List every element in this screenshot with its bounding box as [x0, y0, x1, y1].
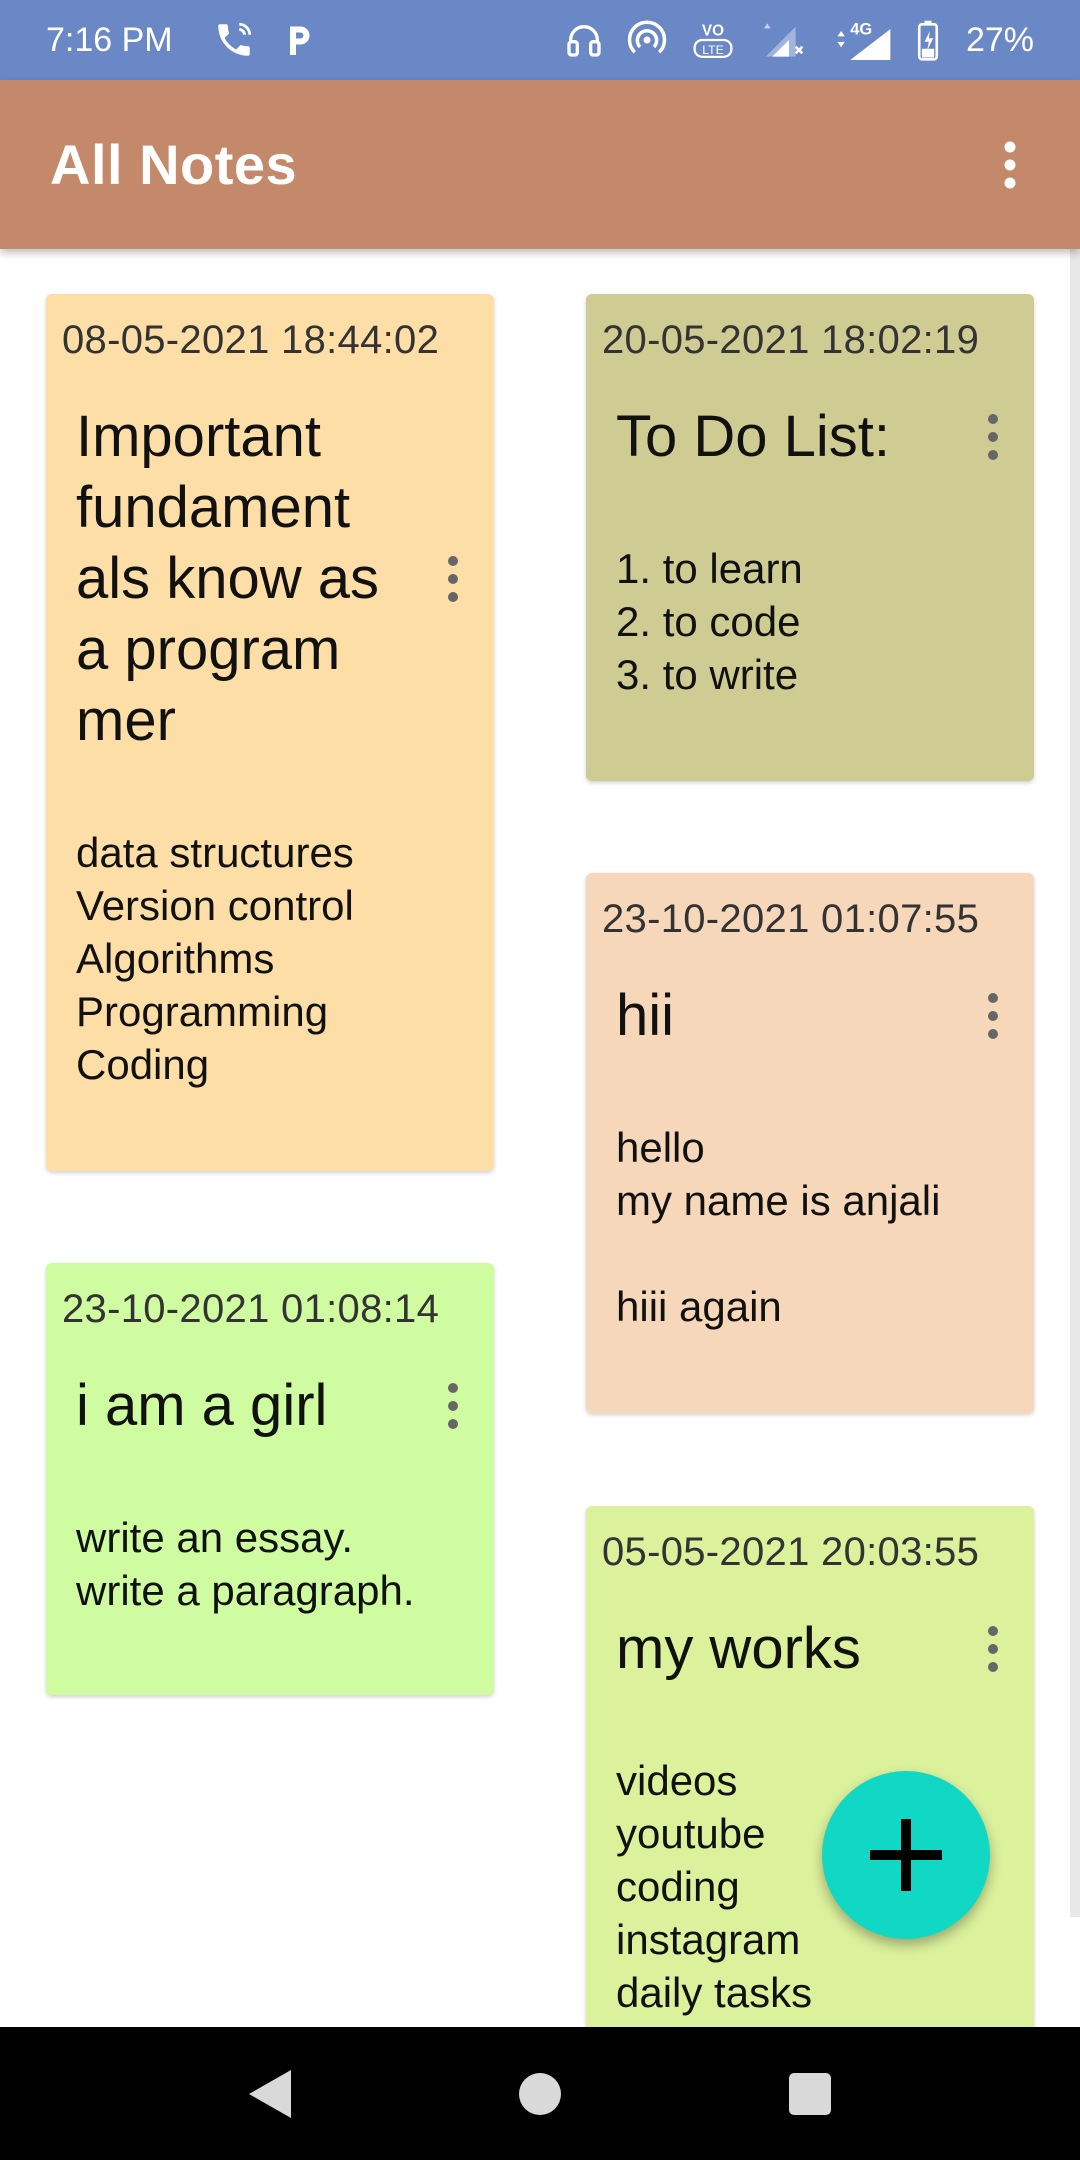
note-title: Important fundament als know as a progra…: [76, 404, 380, 753]
scrollbar[interactable]: [1070, 249, 1080, 1917]
volte-icon: VO LTE: [690, 18, 736, 62]
note-card[interactable]: 05-05-2021 20:03:55 my works videos yout…: [586, 1506, 1034, 2027]
note-date: 05-05-2021 20:03:55: [602, 1530, 980, 1574]
note-title: i am a girl: [76, 1373, 328, 1438]
note-menu-icon[interactable]: [978, 981, 1008, 1051]
page-title: All Notes: [50, 133, 298, 196]
app-bar: All Notes: [0, 80, 1080, 249]
note-body: data structures Version control Algorith…: [76, 829, 354, 1088]
signal-icon: [758, 20, 810, 60]
note-date: 23-10-2021 01:07:55: [602, 897, 980, 941]
more-vert-icon[interactable]: [990, 135, 1030, 195]
note-date: 23-10-2021 01:08:14: [62, 1287, 440, 1331]
status-time: 7:16 PM: [46, 20, 173, 59]
battery-percentage: 27%: [965, 20, 1034, 59]
note-card[interactable]: 08-05-2021 18:44:02 Important fundament …: [46, 294, 494, 1171]
parking-app-icon: [281, 20, 317, 60]
svg-text:VO: VO: [702, 22, 724, 39]
note-title: hii: [616, 983, 675, 1048]
note-title: To Do List:: [616, 404, 890, 469]
status-bar: 7:16 PM VO LTE 4G 27%: [0, 0, 1080, 80]
back-icon[interactable]: [225, 2049, 315, 2139]
note-body: write an essay. write a paragraph.: [76, 1514, 415, 1614]
note-title-row: hii: [602, 980, 1018, 1051]
add-note-button[interactable]: [822, 1771, 990, 1939]
note-title-row: i am a girl: [62, 1370, 478, 1441]
note-card[interactable]: 20-05-2021 18:02:19 To Do List: 1. to le…: [586, 294, 1034, 781]
status-right: VO LTE 4G 27%: [564, 18, 1034, 62]
notes-grid: 08-05-2021 18:44:02 Important fundament …: [0, 249, 1080, 2027]
note-menu-icon[interactable]: [978, 402, 1008, 472]
note-date: 08-05-2021 18:44:02: [62, 318, 440, 362]
note-menu-icon[interactable]: [438, 1371, 468, 1441]
wifi-calling-icon: [213, 19, 255, 61]
recents-icon[interactable]: [765, 2049, 855, 2139]
nav-bar: [0, 2027, 1080, 2160]
signal-4g-icon: 4G: [832, 18, 894, 62]
home-icon[interactable]: [495, 2049, 585, 2139]
svg-text:LTE: LTE: [702, 43, 724, 57]
screen: 7:16 PM VO LTE 4G 27% All Notes 08-05-20…: [0, 0, 1080, 2160]
note-title-row: my works: [602, 1613, 1018, 1684]
hotspot-icon: [626, 19, 668, 61]
note-menu-icon[interactable]: [978, 1614, 1008, 1684]
battery-icon: [916, 19, 940, 61]
note-card[interactable]: 23-10-2021 01:08:14 i am a girl write an…: [46, 1263, 494, 1695]
note-body: hello my name is anjali hiii again: [616, 1124, 941, 1330]
add-icon: [870, 1819, 942, 1891]
svg-text:4G: 4G: [850, 21, 872, 39]
note-title: my works: [616, 1616, 861, 1681]
note-card[interactable]: 23-10-2021 01:07:55 hii hello my name is…: [586, 873, 1034, 1413]
note-title-row: To Do List:: [602, 401, 1018, 472]
note-date: 20-05-2021 18:02:19: [602, 318, 980, 362]
headset-icon: [564, 20, 604, 60]
note-body: 1. to learn 2. to code 3. to write: [616, 545, 803, 698]
note-title-row: Important fundament als know as a progra…: [62, 401, 478, 756]
note-menu-icon[interactable]: [438, 544, 468, 614]
